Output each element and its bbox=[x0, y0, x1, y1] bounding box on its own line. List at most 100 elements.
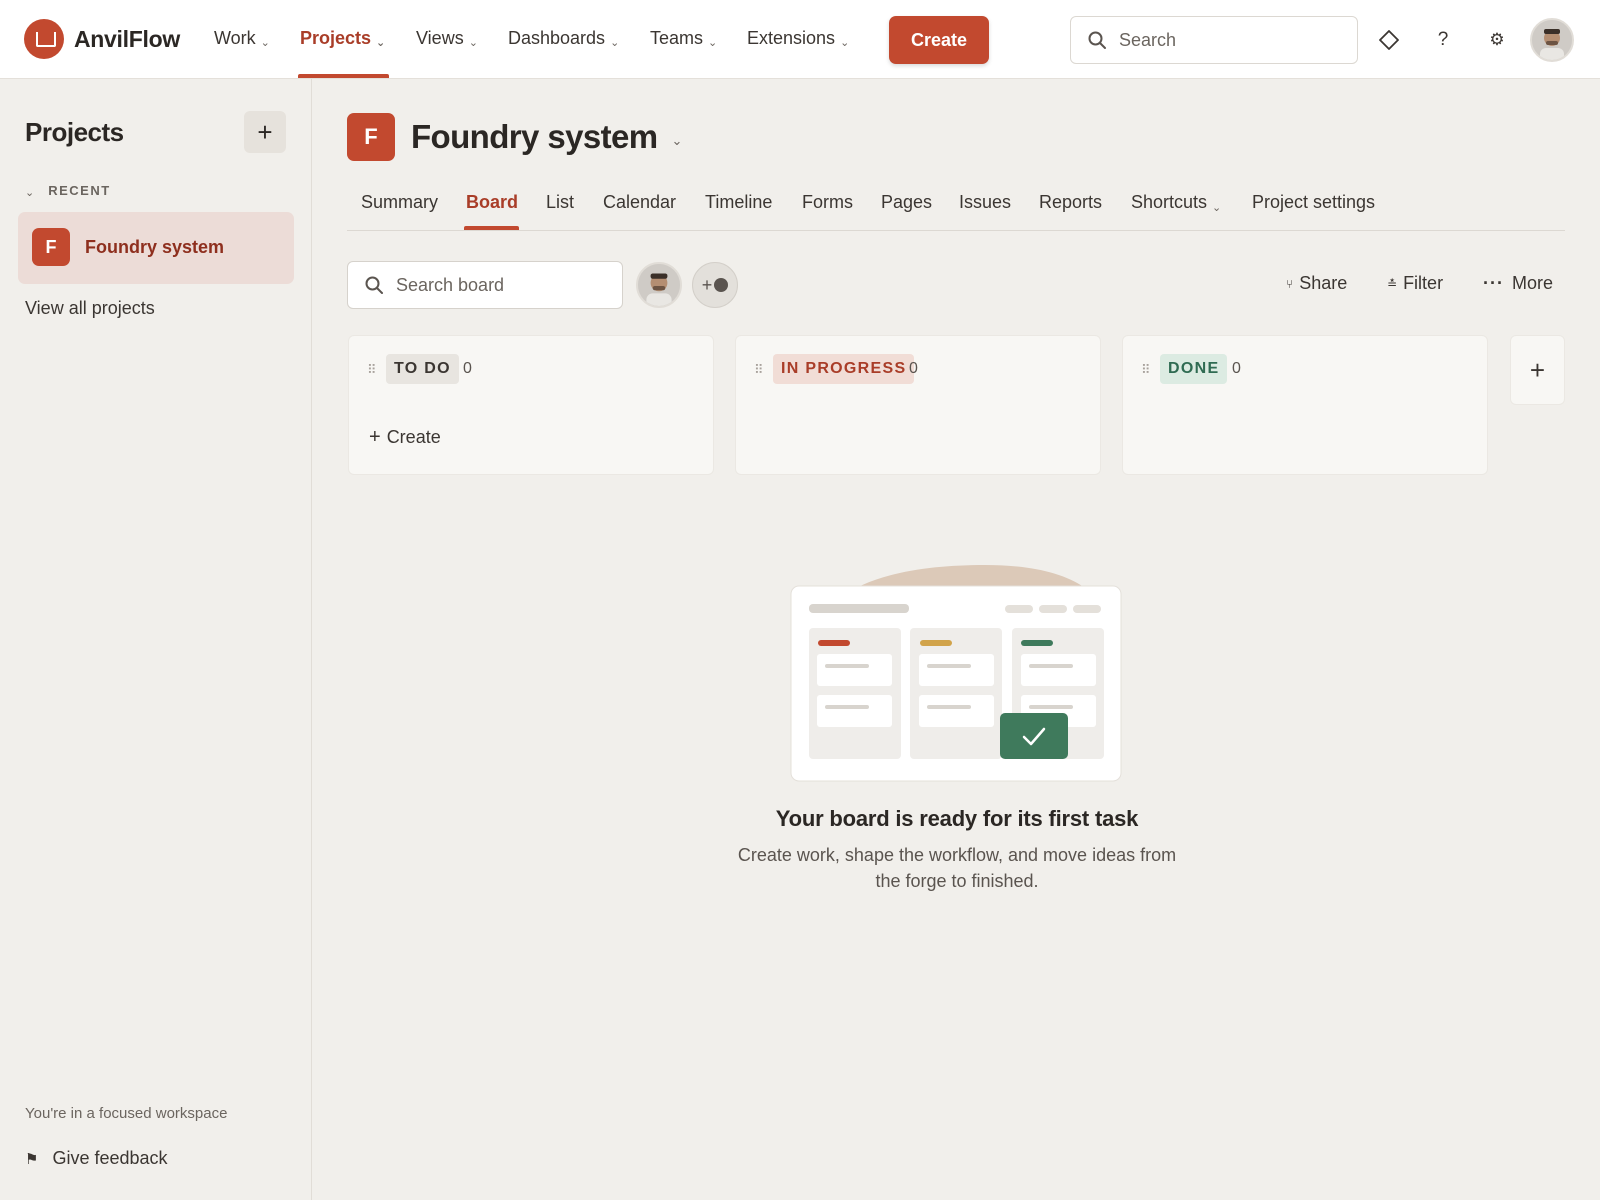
person-icon bbox=[714, 278, 729, 292]
column-create-button[interactable]: + Create bbox=[369, 426, 441, 449]
search-icon bbox=[365, 276, 383, 294]
more-button[interactable]: ··· More bbox=[1483, 273, 1553, 294]
add-column-button[interactable]: + bbox=[1510, 335, 1565, 405]
nav-work[interactable]: Work ⌄ bbox=[214, 26, 270, 78]
tab-project-settings[interactable]: Project settings bbox=[1252, 192, 1375, 230]
sidebar-title: Projects bbox=[25, 117, 124, 147]
help-icon[interactable]: ? bbox=[1425, 22, 1461, 58]
nav-extensions-label: Extensions bbox=[747, 28, 836, 48]
chevron-down-icon: ⌄ bbox=[376, 37, 386, 49]
chevron-down-icon: ⌄ bbox=[610, 37, 620, 49]
diamond-icon[interactable] bbox=[1371, 22, 1407, 58]
board-column-done: ⠿ DONE 0 bbox=[1122, 335, 1488, 475]
nav-teams-label: Teams bbox=[650, 28, 704, 48]
board-member-avatar[interactable] bbox=[636, 262, 682, 308]
page-title: Foundry system bbox=[411, 118, 658, 155]
plus-icon: + bbox=[257, 116, 273, 147]
global-search-input[interactable] bbox=[1119, 26, 1339, 54]
tab-pages[interactable]: Pages bbox=[881, 192, 932, 230]
user-avatar-image bbox=[1532, 20, 1572, 60]
board-search-box[interactable] bbox=[347, 261, 623, 309]
status-badge: TO DO bbox=[386, 354, 459, 384]
column-create-label: Create bbox=[386, 427, 441, 447]
project-tabs: Summary Board List Calendar Timeline For… bbox=[347, 188, 1565, 231]
column-count: 0 bbox=[1232, 360, 1241, 377]
give-feedback-button[interactable]: ⚑ Give feedback bbox=[25, 1148, 168, 1169]
nav-teams[interactable]: Teams ⌄ bbox=[650, 26, 717, 78]
share-icon: ⑂ bbox=[1286, 276, 1294, 291]
drag-handle-icon[interactable]: ⠿ bbox=[1141, 362, 1150, 378]
tab-summary[interactable]: Summary bbox=[361, 192, 438, 230]
add-project-button[interactable]: + bbox=[244, 111, 286, 153]
nav-projects[interactable]: Projects ⌄ bbox=[300, 26, 385, 78]
nav-work-label: Work bbox=[214, 28, 256, 48]
share-button[interactable]: ⑂ Share bbox=[1286, 273, 1347, 294]
app-name: AnvilFlow bbox=[74, 25, 180, 52]
flag-icon: ⚑ bbox=[25, 1150, 39, 1168]
board-column-todo: ⠿ TO DO 0 + Create bbox=[348, 335, 714, 475]
share-label: Share bbox=[1299, 273, 1348, 293]
filter-label: Filter bbox=[1403, 273, 1444, 293]
board-search-input[interactable] bbox=[396, 271, 606, 299]
plus-icon: + bbox=[1529, 354, 1546, 385]
chevron-down-icon: ⌄ bbox=[25, 187, 35, 199]
board-member-avatar-image bbox=[638, 264, 680, 306]
nav-active-indicator bbox=[298, 74, 389, 78]
chevron-down-icon: ⌄ bbox=[468, 37, 478, 49]
search-icon bbox=[1088, 31, 1106, 49]
project-header: F Foundry system ⌄ bbox=[347, 113, 682, 161]
nav-views-label: Views bbox=[416, 28, 464, 48]
drag-handle-icon[interactable]: ⠿ bbox=[367, 362, 376, 378]
anvil-logo-icon bbox=[24, 19, 64, 59]
nav-views[interactable]: Views ⌄ bbox=[416, 26, 478, 78]
board-column-in-progress: ⠿ IN PROGRESS 0 bbox=[735, 335, 1101, 475]
sidebar-item-label: Foundry system bbox=[85, 237, 225, 257]
plus-icon: + bbox=[369, 426, 381, 448]
tab-issues[interactable]: Issues bbox=[959, 192, 1011, 230]
chevron-down-icon: ⌄ bbox=[840, 37, 850, 49]
give-feedback-label: Give feedback bbox=[52, 1148, 168, 1168]
add-people-button[interactable]: + bbox=[692, 262, 738, 308]
recent-section-label: RECENT bbox=[48, 183, 111, 198]
empty-state-title: Your board is ready for its first task bbox=[775, 806, 1139, 831]
tab-reports[interactable]: Reports bbox=[1039, 192, 1102, 230]
status-badge: IN PROGRESS bbox=[773, 354, 915, 384]
nav-dashboards-label: Dashboards bbox=[508, 28, 606, 48]
tab-forms[interactable]: Forms bbox=[802, 192, 853, 230]
global-search-box[interactable] bbox=[1070, 16, 1358, 64]
view-all-projects-link[interactable]: View all projects bbox=[25, 298, 155, 319]
empty-state-description: Create work, shape the workflow, and mov… bbox=[737, 845, 1177, 891]
top-navigation-bar: AnvilFlow Work ⌄ Projects ⌄ Views ⌄ Dashboa… bbox=[0, 0, 1600, 79]
chevron-down-icon: ⌄ bbox=[1212, 202, 1222, 214]
user-avatar[interactable] bbox=[1530, 18, 1574, 62]
more-label: More bbox=[1511, 273, 1553, 293]
filter-icon: ≛ bbox=[1387, 276, 1398, 291]
tab-timeline[interactable]: Timeline bbox=[705, 192, 772, 230]
more-dots-icon: ··· bbox=[1483, 273, 1504, 293]
project-badge: F bbox=[347, 113, 395, 161]
filter-button[interactable]: ≛ Filter bbox=[1387, 273, 1443, 294]
nav-projects-label: Projects bbox=[300, 28, 372, 48]
tab-calendar[interactable]: Calendar bbox=[603, 192, 676, 230]
chevron-down-icon: ⌄ bbox=[708, 37, 718, 49]
tab-shortcuts[interactable]: Shortcuts ⌄ bbox=[1131, 192, 1221, 230]
project-menu-chevron-icon[interactable]: ⌄ bbox=[672, 133, 683, 149]
settings-icon[interactable]: ⚙ bbox=[1479, 22, 1515, 58]
add-people-label: + bbox=[701, 274, 713, 295]
workspace-note: You're in a focused workspace bbox=[25, 1105, 228, 1122]
app-logo[interactable]: AnvilFlow bbox=[24, 19, 180, 59]
tab-active-indicator bbox=[464, 226, 519, 230]
nav-dashboards[interactable]: Dashboards ⌄ bbox=[508, 26, 619, 78]
nav-extensions[interactable]: Extensions ⌄ bbox=[747, 26, 849, 78]
sidebar: Projects + ⌄ RECENT F Foundry system Vie… bbox=[0, 79, 312, 1200]
project-badge: F bbox=[32, 228, 70, 266]
drag-handle-icon[interactable]: ⠿ bbox=[754, 362, 763, 378]
column-count: 0 bbox=[909, 360, 918, 377]
create-button[interactable]: Create bbox=[889, 16, 989, 64]
tab-board[interactable]: Board bbox=[466, 192, 518, 230]
column-count: 0 bbox=[463, 360, 472, 377]
sidebar-item-foundry-system[interactable]: F Foundry system bbox=[18, 212, 294, 284]
empty-board-illustration bbox=[790, 565, 1122, 782]
recent-section-toggle[interactable]: ⌄ RECENT bbox=[25, 183, 111, 199]
tab-list[interactable]: List bbox=[546, 192, 574, 230]
